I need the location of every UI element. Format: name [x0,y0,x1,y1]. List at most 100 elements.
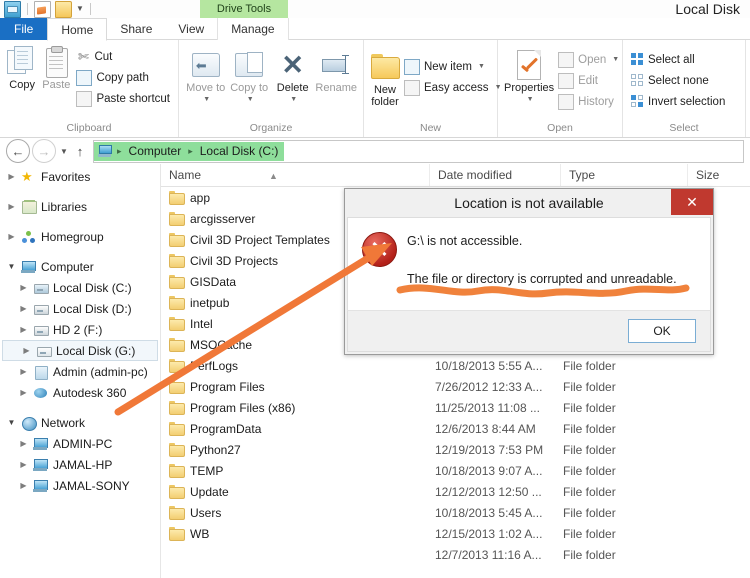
paste-button[interactable]: Paste [39,43,73,91]
expander-closed-icon[interactable]: ▶ [18,367,29,376]
file-name-label: inetpub [190,295,230,310]
nav-item-autodesk-360[interactable]: ▶ Autodesk 360 [0,382,160,403]
expander-closed-icon[interactable]: ▶ [18,439,29,448]
chevron-down-icon[interactable]: ▼ [527,94,534,106]
copy-button[interactable]: Copy [5,43,39,91]
expander-closed-icon[interactable]: ▶ [18,304,29,313]
properties-icon[interactable] [34,0,51,18]
nav-item-jamal-sony[interactable]: ▶ JAMAL-SONY [0,475,160,496]
file-name-label: Intel [190,316,213,331]
computer-icon [33,437,49,451]
new-item-icon [404,58,420,75]
breadcrumb-item-computer[interactable]: Computer [127,144,184,158]
chevron-down-icon[interactable]: ▼ [76,5,84,13]
expander-closed-icon[interactable]: ▶ [6,232,17,241]
table-row[interactable]: 12/7/2013 11:16 A... File folder [161,544,750,565]
move-to-button[interactable]: ⬅ Move to ▼ [184,46,227,106]
tab-file[interactable]: File [0,18,48,40]
expander-open-icon[interactable]: ▼ [6,418,17,427]
chevron-down-icon[interactable]: ▼ [612,56,619,63]
tab-manage[interactable]: Manage [217,18,289,40]
navigation-pane[interactable]: ▶ ★ Favorites ▶ Libraries ▶ Homegroup ▼ Computer… [0,164,161,578]
chevron-down-icon[interactable]: ▼ [290,94,297,106]
nav-item-local-disk-d[interactable]: ▶ Local Disk (D:) [0,298,160,319]
select-all-button[interactable]: Select all [628,50,728,69]
edit-button[interactable]: Edit [555,71,622,90]
expander-closed-icon[interactable]: ▶ [18,325,29,334]
select-none-button[interactable]: Select none [628,71,728,90]
nav-item-computer[interactable]: ▼ Computer [0,256,160,277]
cut-button[interactable]: ✄ Cut [73,47,173,66]
table-row[interactable]: Update 12/12/2013 12:50 ... File folder [161,481,750,502]
column-header-name[interactable]: Name ▲ [161,164,429,186]
ribbon-tab-strip[interactable]: File Home Share View Manage [0,18,750,41]
cut-label: Cut [94,50,113,63]
breadcrumb[interactable]: ▸ Computer ▸ Local Disk (C:) [93,139,744,163]
column-header-type[interactable]: Type [560,164,687,186]
chevron-down-icon[interactable]: ▼ [247,94,254,106]
recent-locations-icon[interactable]: ▼ [58,147,70,156]
rename-button[interactable]: Rename [314,46,358,94]
new-folder-button[interactable]: New folder [369,48,401,108]
back-button[interactable]: ← [6,139,30,163]
table-row[interactable]: Program Files 7/26/2012 12:33 A... File fo… [161,376,750,397]
expander-open-icon[interactable]: ▼ [6,262,17,271]
delete-label: Delete [276,82,309,94]
open-button[interactable]: Open ▼ [555,50,622,69]
quick-access-toolbar[interactable]: ▼ [0,0,93,18]
invert-selection-button[interactable]: Invert selection [628,92,728,111]
tab-share[interactable]: Share [107,18,165,40]
nav-item-network[interactable]: ▼ Network [0,412,160,433]
nav-item-homegroup[interactable]: ▶ Homegroup [0,226,160,247]
expander-closed-icon[interactable]: ▶ [21,346,32,355]
tab-view[interactable]: View [165,18,217,40]
nav-item-local-disk-g[interactable]: ▶ Local Disk (G:) [2,340,158,361]
chevron-down-icon[interactable]: ▼ [478,63,485,70]
nav-item-label: Admin (admin-pc) [53,364,148,379]
expander-closed-icon[interactable]: ▶ [6,172,17,181]
breadcrumb-selection[interactable]: ▸ Computer ▸ Local Disk (C:) [94,141,285,161]
up-button[interactable]: ↑ [72,144,88,159]
column-header-row[interactable]: Name ▲ Date modified Type Size [161,164,750,187]
expander-closed-icon[interactable]: ▶ [6,202,17,211]
delete-button[interactable]: ✕ Delete ▼ [271,46,314,106]
table-row[interactable]: ProgramData 12/6/2013 8:44 AM File folder [161,418,750,439]
new-folder-icon[interactable] [55,0,72,18]
nav-item-jamal-hp[interactable]: ▶ JAMAL-HP [0,454,160,475]
chevron-down-icon[interactable]: ▼ [203,94,210,106]
table-row[interactable]: Users 10/18/2013 5:45 A... File folder [161,502,750,523]
nav-item-admin-admin-pc[interactable]: ▶ Admin (admin-pc) [0,361,160,382]
breadcrumb-item-local-disk-c[interactable]: Local Disk (C:) [198,144,281,158]
table-row[interactable]: WB 12/15/2013 1:02 A... File folder [161,523,750,544]
error-dialog[interactable]: Location is not available ✕ ✕ G:\ is not… [344,188,714,355]
expander-closed-icon[interactable]: ▶ [18,388,29,397]
expander-closed-icon[interactable]: ▶ [18,283,29,292]
table-row[interactable]: Program Files (x86) 11/25/2013 11:08 ... F… [161,397,750,418]
copy-path-button[interactable]: Copy path [73,68,173,87]
nav-item-local-disk-c[interactable]: ▶ Local Disk (C:) [0,277,160,298]
table-row[interactable]: Python27 12/19/2013 7:53 PM File folder [161,439,750,460]
ok-button[interactable]: OK [628,319,696,343]
table-row[interactable]: PerfLogs 10/18/2013 5:55 A... File folder [161,355,750,376]
nav-item-admin-pc[interactable]: ▶ ADMIN-PC [0,433,160,454]
nav-item-favorites[interactable]: ▶ ★ Favorites [0,166,160,187]
nav-item-hd-2-f[interactable]: ▶ HD 2 (F:) [0,319,160,340]
column-header-date-modified[interactable]: Date modified [429,164,560,186]
paste-shortcut-button[interactable]: Paste shortcut [73,89,173,108]
table-row[interactable]: TEMP 10/18/2013 9:07 A... File folder [161,460,750,481]
column-header-size[interactable]: Size [687,164,750,186]
computer-icon [21,260,37,274]
properties-button[interactable]: Properties ▼ [503,46,555,106]
nav-item-libraries[interactable]: ▶ Libraries [0,196,160,217]
chevron-right-icon: ▸ [188,145,193,156]
expander-closed-icon[interactable]: ▶ [18,460,29,469]
expander-closed-icon[interactable]: ▶ [18,481,29,490]
new-item-button[interactable]: New item ▼ [401,57,505,76]
copy-to-button[interactable]: Copy to ▼ [227,46,270,106]
history-button[interactable]: History [555,92,622,111]
explorer-icon[interactable] [4,0,21,18]
easy-access-button[interactable]: Easy access ▼ [401,78,505,97]
tab-home[interactable]: Home [47,18,108,41]
forward-button[interactable]: → [32,139,56,163]
close-icon[interactable]: ✕ [671,189,713,215]
